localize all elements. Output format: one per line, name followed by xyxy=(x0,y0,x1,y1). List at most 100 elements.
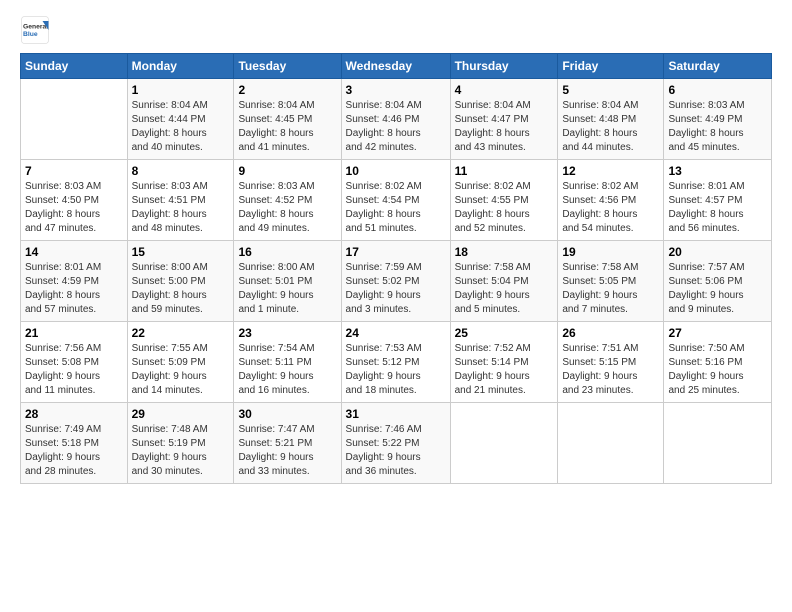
day-info: Sunrise: 7:59 AM Sunset: 5:02 PM Dayligh… xyxy=(346,261,446,317)
day-number: 15 xyxy=(132,245,230,259)
day-number: 23 xyxy=(238,326,336,340)
day-number: 20 xyxy=(668,245,767,259)
calendar-cell: 18 Sunrise: 7:58 AM Sunset: 5:04 PM Dayli… xyxy=(450,241,558,322)
day-info: Sunrise: 7:50 AM Sunset: 5:16 PM Dayligh… xyxy=(668,342,767,398)
day-info: Sunrise: 7:54 AM Sunset: 5:11 PM Dayligh… xyxy=(238,342,336,398)
day-number: 5 xyxy=(562,83,659,97)
day-info: Sunrise: 7:52 AM Sunset: 5:14 PM Dayligh… xyxy=(455,342,554,398)
calendar-cell: 17 Sunrise: 7:59 AM Sunset: 5:02 PM Dayli… xyxy=(341,241,450,322)
calendar-cell: 29 Sunrise: 7:48 AM Sunset: 5:19 PM Dayli… xyxy=(127,403,234,484)
day-info: Sunrise: 8:01 AM Sunset: 4:59 PM Dayligh… xyxy=(25,261,123,317)
day-info: Sunrise: 8:03 AM Sunset: 4:52 PM Dayligh… xyxy=(238,180,336,236)
day-number: 16 xyxy=(238,245,336,259)
day-info: Sunrise: 8:03 AM Sunset: 4:49 PM Dayligh… xyxy=(668,99,767,155)
day-number: 14 xyxy=(25,245,123,259)
day-number: 2 xyxy=(238,83,336,97)
svg-text:Blue: Blue xyxy=(23,31,38,38)
day-number: 29 xyxy=(132,407,230,421)
calendar-cell: 10 Sunrise: 8:02 AM Sunset: 4:54 PM Dayli… xyxy=(341,160,450,241)
calendar-cell: 27Sunrise: 7:50 AM Sunset: 5:16 PM Dayli… xyxy=(664,322,772,403)
calendar-week-row: 1Sunrise: 8:04 AM Sunset: 4:44 PM Daylig… xyxy=(21,79,772,160)
calendar-cell: 13 Sunrise: 8:01 AM Sunset: 4:57 PM Dayli… xyxy=(664,160,772,241)
calendar-week-row: 14 Sunrise: 8:01 AM Sunset: 4:59 PM Dayli… xyxy=(21,241,772,322)
day-info: Sunrise: 7:53 AM Sunset: 5:12 PM Dayligh… xyxy=(346,342,446,398)
day-info: Sunrise: 7:47 AM Sunset: 5:21 PM Dayligh… xyxy=(238,423,336,479)
day-number: 26 xyxy=(562,326,659,340)
calendar-cell: 21 Sunrise: 7:56 AM Sunset: 5:08 PM Dayli… xyxy=(21,322,128,403)
calendar-cell: 8Sunrise: 8:03 AM Sunset: 4:51 PM Daylig… xyxy=(127,160,234,241)
calendar-cell: 30 Sunrise: 7:47 AM Sunset: 5:21 PM Dayli… xyxy=(234,403,341,484)
day-info: Sunrise: 8:02 AM Sunset: 4:54 PM Dayligh… xyxy=(346,180,446,236)
day-number: 4 xyxy=(455,83,554,97)
page-container: General Blue SundayMondayTuesdayWednesda… xyxy=(0,0,792,494)
svg-text:General: General xyxy=(23,24,48,31)
day-info: Sunrise: 8:02 AM Sunset: 4:56 PM Dayligh… xyxy=(562,180,659,236)
day-number: 12 xyxy=(562,164,659,178)
day-info: Sunrise: 7:51 AM Sunset: 5:15 PM Dayligh… xyxy=(562,342,659,398)
day-info: Sunrise: 8:04 AM Sunset: 4:48 PM Dayligh… xyxy=(562,99,659,155)
calendar-cell xyxy=(450,403,558,484)
day-info: Sunrise: 8:01 AM Sunset: 4:57 PM Dayligh… xyxy=(668,180,767,236)
day-number: 3 xyxy=(346,83,446,97)
day-info: Sunrise: 7:46 AM Sunset: 5:22 PM Dayligh… xyxy=(346,423,446,479)
header-section: General Blue xyxy=(20,15,772,45)
day-number: 10 xyxy=(346,164,446,178)
day-number: 30 xyxy=(238,407,336,421)
calendar-cell: 4Sunrise: 8:04 AM Sunset: 4:47 PM Daylig… xyxy=(450,79,558,160)
day-number: 19 xyxy=(562,245,659,259)
day-info: Sunrise: 8:03 AM Sunset: 4:50 PM Dayligh… xyxy=(25,180,123,236)
calendar-cell: 11 Sunrise: 8:02 AM Sunset: 4:55 PM Dayli… xyxy=(450,160,558,241)
calendar-cell xyxy=(558,403,664,484)
calendar-cell: 24Sunrise: 7:53 AM Sunset: 5:12 PM Dayli… xyxy=(341,322,450,403)
weekday-header-saturday: Saturday xyxy=(664,54,772,79)
calendar-week-row: 28 Sunrise: 7:49 AM Sunset: 5:18 PM Dayli… xyxy=(21,403,772,484)
calendar-cell: 15 Sunrise: 8:00 AM Sunset: 5:00 PM Dayli… xyxy=(127,241,234,322)
day-info: Sunrise: 7:58 AM Sunset: 5:04 PM Dayligh… xyxy=(455,261,554,317)
day-number: 28 xyxy=(25,407,123,421)
calendar-cell xyxy=(664,403,772,484)
calendar-cell: 28 Sunrise: 7:49 AM Sunset: 5:18 PM Dayli… xyxy=(21,403,128,484)
weekday-header-row: SundayMondayTuesdayWednesdayThursdayFrid… xyxy=(21,54,772,79)
day-number: 11 xyxy=(455,164,554,178)
weekday-header-friday: Friday xyxy=(558,54,664,79)
day-info: Sunrise: 7:56 AM Sunset: 5:08 PM Dayligh… xyxy=(25,342,123,398)
day-number: 13 xyxy=(668,164,767,178)
calendar-cell: 19 Sunrise: 7:58 AM Sunset: 5:05 PM Dayli… xyxy=(558,241,664,322)
day-number: 7 xyxy=(25,164,123,178)
calendar-cell xyxy=(21,79,128,160)
calendar-week-row: 21 Sunrise: 7:56 AM Sunset: 5:08 PM Dayli… xyxy=(21,322,772,403)
day-info: Sunrise: 7:55 AM Sunset: 5:09 PM Dayligh… xyxy=(132,342,230,398)
day-number: 17 xyxy=(346,245,446,259)
calendar-week-row: 7 Sunrise: 8:03 AM Sunset: 4:50 PM Daylig… xyxy=(21,160,772,241)
day-info: Sunrise: 8:00 AM Sunset: 5:00 PM Dayligh… xyxy=(132,261,230,317)
day-number: 22 xyxy=(132,326,230,340)
day-info: Sunrise: 8:02 AM Sunset: 4:55 PM Dayligh… xyxy=(455,180,554,236)
logo-icon: General Blue xyxy=(20,15,50,45)
calendar-cell: 22 Sunrise: 7:55 AM Sunset: 5:09 PM Dayli… xyxy=(127,322,234,403)
calendar-cell: 26 Sunrise: 7:51 AM Sunset: 5:15 PM Dayli… xyxy=(558,322,664,403)
day-number: 1 xyxy=(132,83,230,97)
day-info: Sunrise: 8:03 AM Sunset: 4:51 PM Dayligh… xyxy=(132,180,230,236)
day-info: Sunrise: 8:00 AM Sunset: 5:01 PM Dayligh… xyxy=(238,261,336,317)
weekday-header-monday: Monday xyxy=(127,54,234,79)
day-number: 31 xyxy=(346,407,446,421)
calendar-cell: 23 Sunrise: 7:54 AM Sunset: 5:11 PM Dayli… xyxy=(234,322,341,403)
calendar-cell: 2 Sunrise: 8:04 AM Sunset: 4:45 PM Daylig… xyxy=(234,79,341,160)
calendar-cell: 20 Sunrise: 7:57 AM Sunset: 5:06 PM Dayli… xyxy=(664,241,772,322)
day-number: 25 xyxy=(455,326,554,340)
day-info: Sunrise: 7:49 AM Sunset: 5:18 PM Dayligh… xyxy=(25,423,123,479)
day-number: 18 xyxy=(455,245,554,259)
day-info: Sunrise: 8:04 AM Sunset: 4:45 PM Dayligh… xyxy=(238,99,336,155)
day-number: 21 xyxy=(25,326,123,340)
day-info: Sunrise: 8:04 AM Sunset: 4:46 PM Dayligh… xyxy=(346,99,446,155)
weekday-header-tuesday: Tuesday xyxy=(234,54,341,79)
day-number: 9 xyxy=(238,164,336,178)
day-info: Sunrise: 7:57 AM Sunset: 5:06 PM Dayligh… xyxy=(668,261,767,317)
day-info: Sunrise: 7:48 AM Sunset: 5:19 PM Dayligh… xyxy=(132,423,230,479)
day-info: Sunrise: 7:58 AM Sunset: 5:05 PM Dayligh… xyxy=(562,261,659,317)
calendar-cell: 3 Sunrise: 8:04 AM Sunset: 4:46 PM Daylig… xyxy=(341,79,450,160)
calendar-cell: 16 Sunrise: 8:00 AM Sunset: 5:01 PM Dayli… xyxy=(234,241,341,322)
logo: General Blue xyxy=(20,15,50,45)
calendar-cell: 14 Sunrise: 8:01 AM Sunset: 4:59 PM Dayli… xyxy=(21,241,128,322)
weekday-header-thursday: Thursday xyxy=(450,54,558,79)
